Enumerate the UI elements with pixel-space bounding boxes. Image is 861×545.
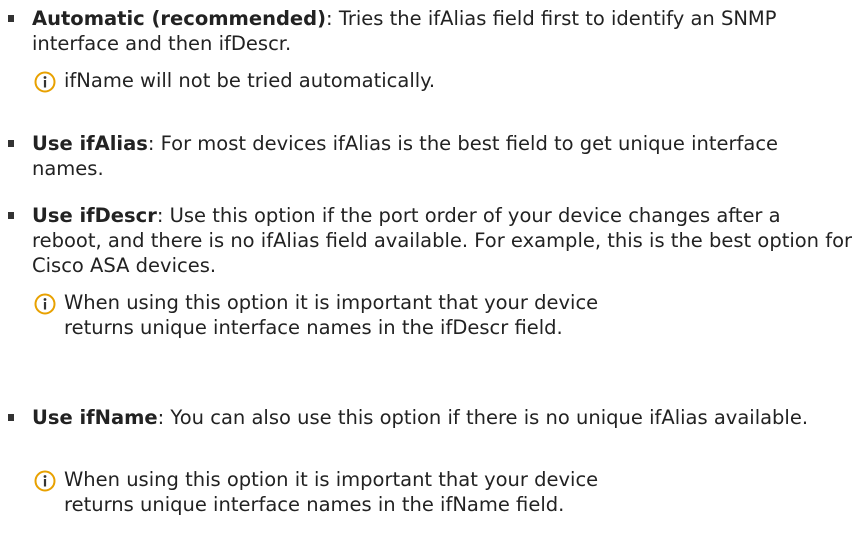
list-item-ifalias: Use ifAlias: For most devices ifAlias is…: [0, 131, 861, 186]
option-term: Use ifDescr: [32, 204, 157, 227]
item-text: Use ifDescr: Use this option if the port…: [32, 203, 853, 278]
bullet: [8, 140, 14, 147]
option-list: Automatic (recommended): Tries the ifAli…: [0, 0, 861, 545]
list-item-ifdescr: Use ifDescr: Use this option if the port…: [0, 203, 861, 368]
bullet: [8, 15, 14, 22]
info-icon: [34, 293, 56, 315]
note-text: When using this option it is important t…: [64, 291, 599, 339]
option-term: Use ifName: [32, 406, 158, 429]
item-text: Use ifAlias: For most devices ifAlias is…: [32, 131, 853, 181]
option-term: Use ifAlias: [32, 132, 148, 155]
note: When using this option it is important t…: [32, 467, 853, 521]
list-item-automatic: Automatic (recommended): Tries the ifAli…: [0, 6, 861, 96]
bullet: [8, 414, 14, 421]
option-term: Automatic (recommended): [32, 7, 327, 30]
note: ifName will not be tried automatically.: [32, 68, 853, 96]
info-icon: [34, 71, 56, 93]
note-text: When using this option it is important t…: [64, 468, 599, 516]
info-icon: [34, 470, 56, 492]
note-text: ifName will not be tried automatically.: [64, 69, 436, 92]
note: When using this option it is important t…: [32, 290, 853, 344]
bullet: [8, 212, 14, 219]
item-text: Use ifName: You can also use this option…: [32, 405, 853, 430]
list-item-ifname: Use ifName: You can also use this option…: [0, 405, 861, 545]
option-description: : You can also use this option if there …: [157, 406, 809, 429]
item-text: Automatic (recommended): Tries the ifAli…: [32, 6, 861, 56]
